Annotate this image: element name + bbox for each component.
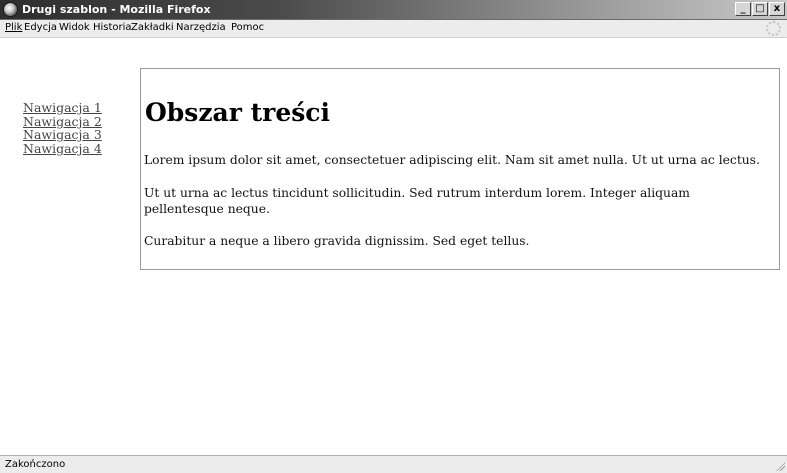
content-area: Obszar treści Lorem ipsum dolor sit amet…: [140, 68, 780, 270]
menu-label: Narzędzia: [176, 22, 226, 33]
minimize-button[interactable]: _: [735, 2, 751, 16]
menu-label: Edycja: [24, 22, 57, 33]
resize-grip-icon[interactable]: [775, 461, 785, 471]
menu-bar: Plik Edycja Widok Historia Zakładki Narz…: [0, 20, 787, 38]
menu-item-widok[interactable]: Widok: [59, 22, 90, 33]
menu-label: Widok: [59, 22, 90, 33]
menu-label: Historia: [93, 22, 132, 33]
content-paragraph-2: Ut ut urna ac lectus tincidunt sollicitu…: [144, 186, 690, 216]
close-button[interactable]: x: [769, 2, 785, 16]
menu-item-historia[interactable]: Historia: [93, 22, 132, 33]
throbber-icon: [766, 21, 781, 36]
menu-label: Zakładki: [131, 22, 174, 33]
nav-link-2[interactable]: Nawigacja 2: [23, 114, 102, 129]
menu-item-narzedzia[interactable]: Narzędzia: [176, 22, 226, 33]
menu-item-zakladki[interactable]: Zakładki: [131, 22, 174, 33]
status-bar: Zakończono: [0, 455, 787, 473]
nav-link-4[interactable]: Nawigacja 4: [23, 141, 102, 156]
menu-item-plik[interactable]: Plik: [5, 22, 22, 33]
window-controls: _ □ x: [735, 2, 785, 16]
window-title-bar[interactable]: Drugi szablon - Mozilla Firefox _ □ x: [0, 0, 787, 20]
navigation-menu: Nawigacja 1 Nawigacja 2 Nawigacja 3 Nawi…: [23, 101, 102, 155]
content-paragraph-1: Lorem ipsum dolor sit amet, consectetuer…: [144, 153, 760, 167]
firefox-icon[interactable]: [3, 2, 18, 17]
nav-link-3[interactable]: Nawigacja 3: [23, 128, 102, 142]
menu-item-pomoc[interactable]: Pomoc: [231, 22, 264, 33]
menu-label: Plik: [5, 22, 23, 33]
status-text: Zakończono: [5, 459, 66, 470]
content-paragraph-3: Curabitur a neque a libero gravida digni…: [144, 234, 530, 248]
window-title: Drugi szablon - Mozilla Firefox: [22, 3, 211, 16]
nav-link-1[interactable]: Nawigacja 1: [23, 101, 102, 115]
content-title: Obszar treści: [145, 98, 331, 127]
menu-item-edycja[interactable]: Edycja: [24, 22, 57, 33]
menu-label: Pomoc: [231, 22, 265, 33]
maximize-button[interactable]: □: [752, 2, 768, 16]
